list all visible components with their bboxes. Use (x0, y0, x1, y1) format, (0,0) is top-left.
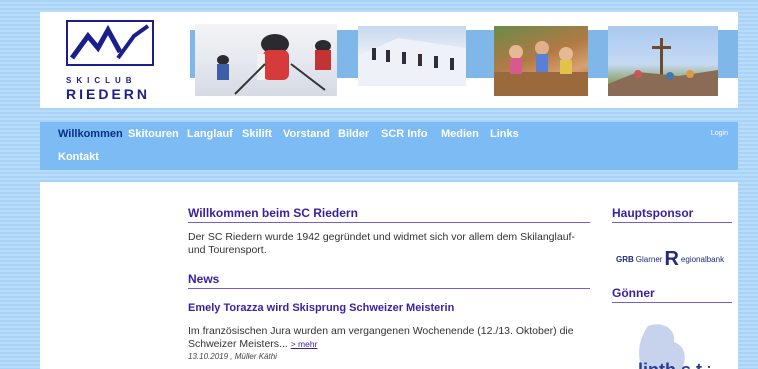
nav-item-skitouren[interactable]: Skitouren (128, 128, 179, 140)
news-item-meta: 13.10.2019 , Müller Käthi (188, 352, 277, 361)
mountain-logo-icon (66, 20, 154, 66)
news-item-excerpt: Im französischen Jura wurden am vergange… (188, 325, 574, 350)
nav-item-kontakt[interactable]: Kontakt (58, 151, 99, 163)
sponsor-name-2: egionalbank (680, 255, 725, 264)
header-photo-ski-race (195, 24, 337, 96)
header-photo-ski-tour (358, 26, 466, 86)
goenner-logo-text: linth.s.t.z (638, 360, 710, 369)
news-more-link[interactable]: > mehr (291, 339, 318, 349)
nav-item-medien[interactable]: Medien (441, 128, 479, 140)
sponsor-r-mark: R (664, 248, 679, 270)
site-header: SKICLUB RIEDERN (40, 12, 738, 108)
news-item-title[interactable]: Emely Torazza wird Skisprung Schweizer M… (188, 302, 454, 314)
welcome-heading: Willkommen beim SC Riedern (188, 206, 590, 223)
nav-item-langlauf[interactable]: Langlauf (187, 128, 233, 140)
nav-item-bilder[interactable]: Bilder (338, 128, 369, 140)
main-navigation: Willkommen Skitouren Langlauf Skilift Vo… (40, 122, 738, 170)
sponsor-abbr: GRB (616, 255, 634, 264)
nav-item-willkommen[interactable]: Willkommen (58, 128, 123, 140)
nav-item-skilift[interactable]: Skilift (242, 128, 272, 140)
main-content: Willkommen beim SC Riedern Der SC Rieder… (40, 182, 738, 369)
header-photo-group (494, 26, 588, 96)
logo-text-riedern: RIEDERN (66, 86, 151, 102)
skiclub-logo[interactable]: SKICLUB RIEDERN (40, 12, 190, 108)
welcome-text: Der SC Riedern wurde 1942 gegründet und … (188, 231, 575, 256)
nav-item-links[interactable]: Links (490, 128, 519, 140)
nav-item-scr-info[interactable]: SCR Info (381, 128, 427, 140)
nav-item-vorstand[interactable]: Vorstand (283, 128, 330, 140)
sponsor-logo-grb[interactable]: GRB Glarner R egionalbank (616, 248, 724, 271)
login-link[interactable]: Login (711, 130, 728, 137)
goenner-heading: Gönner (612, 286, 732, 303)
news-item-text: Im französischen Jura wurden am vergange… (188, 325, 590, 351)
news-heading: News (188, 272, 590, 289)
logo-text-skiclub: SKICLUB (66, 76, 137, 85)
main-sponsor-heading: Hauptsponsor (612, 206, 732, 223)
goenner-logo-linth[interactable]: linth.s.t.z (630, 320, 716, 369)
header-photo-summit-cross (608, 26, 718, 96)
sponsor-name-1: Glarner (635, 255, 663, 264)
